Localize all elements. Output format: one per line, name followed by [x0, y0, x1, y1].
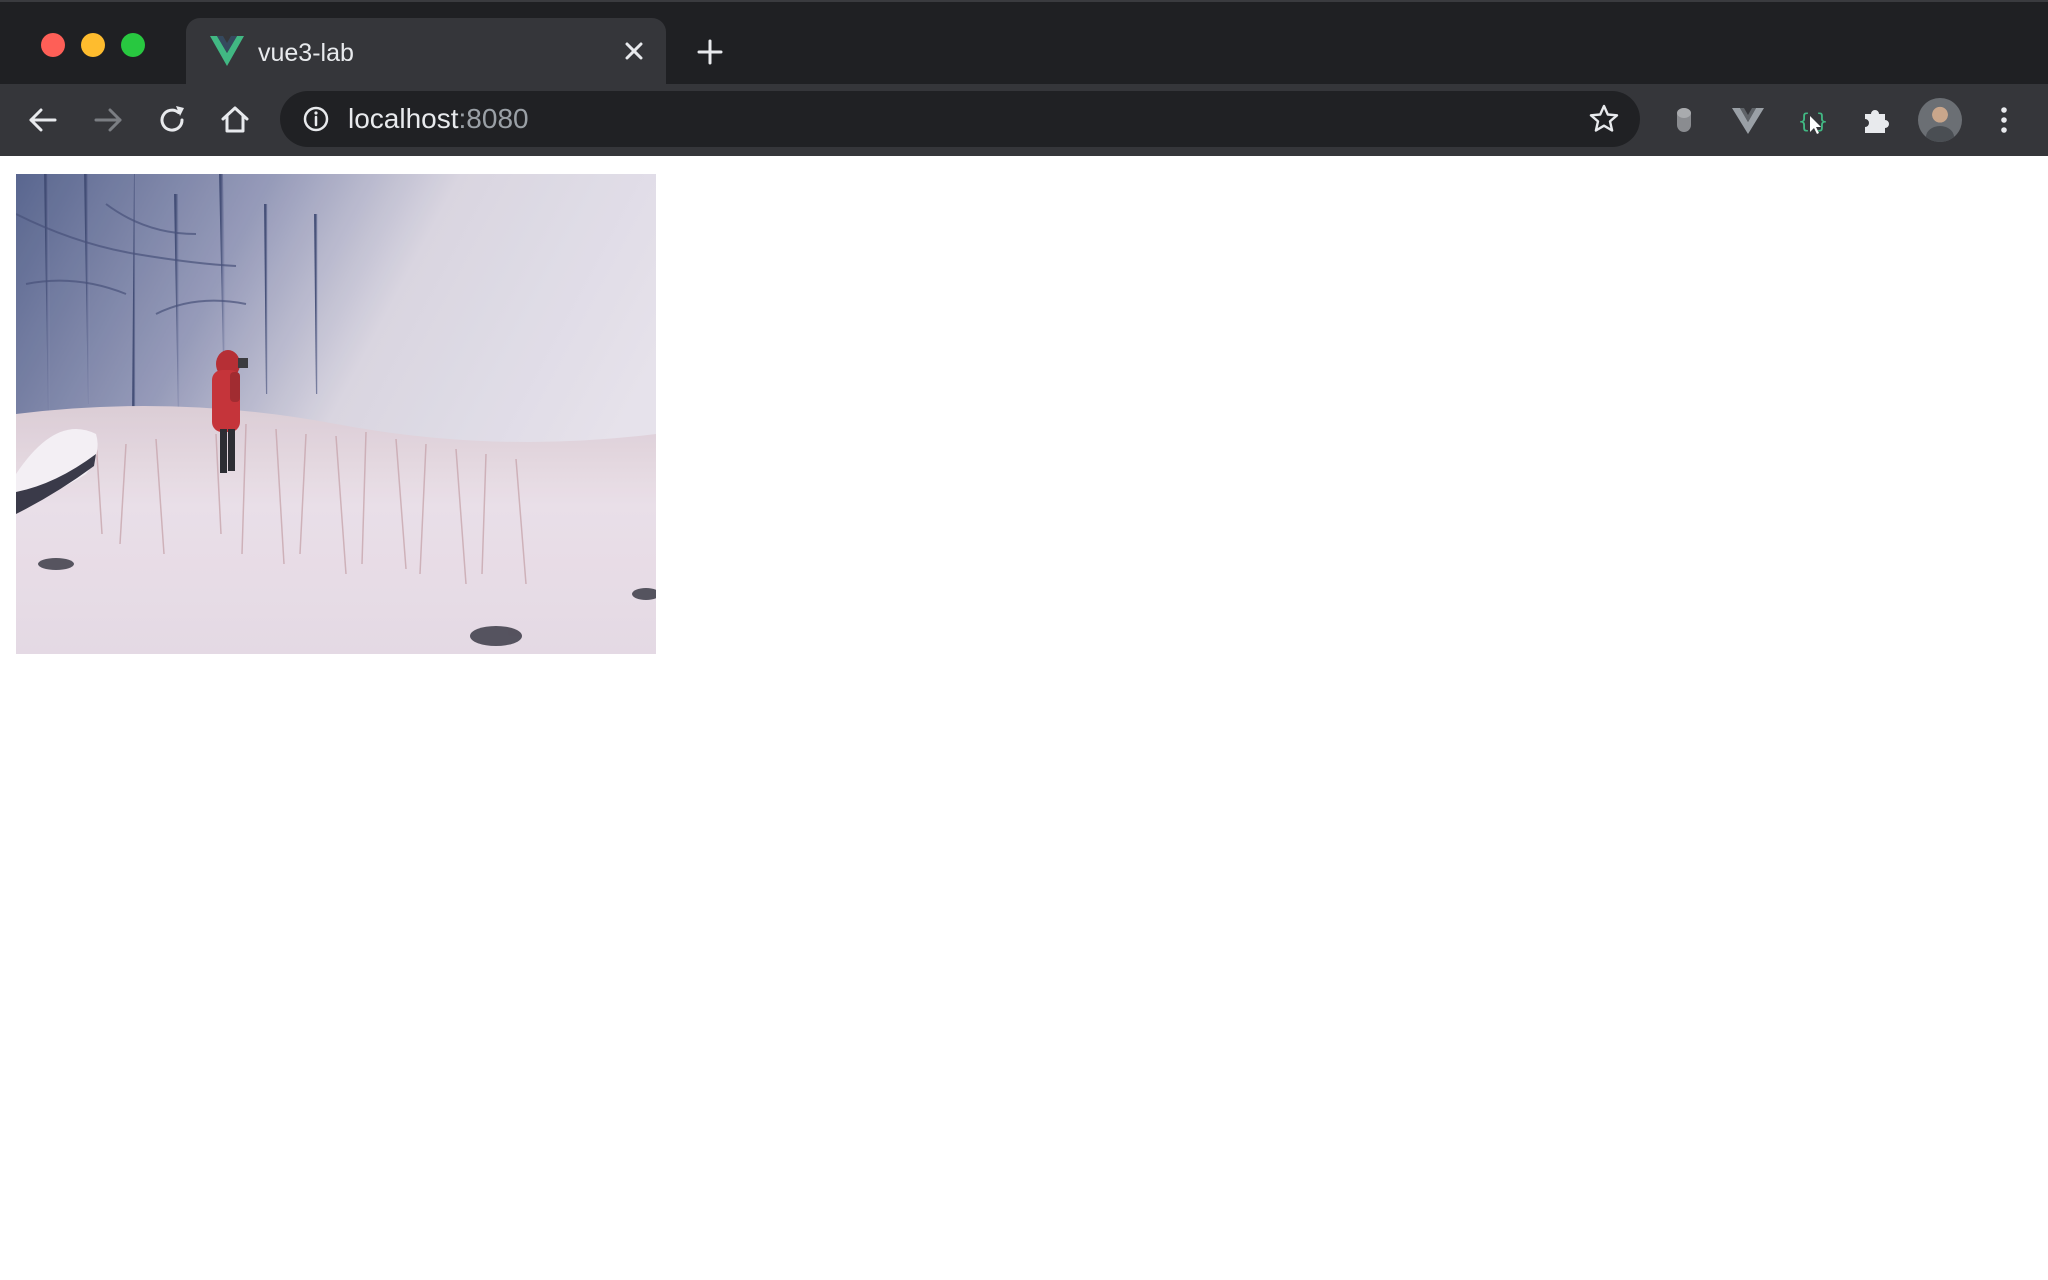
vue-devtools-icon[interactable]	[1730, 102, 1766, 138]
close-window-button[interactable]	[41, 33, 65, 57]
snow-photo-image	[16, 174, 656, 654]
inspector-icon[interactable]: { }	[1794, 102, 1830, 138]
tab-vue3-lab[interactable]: vue3-lab	[186, 18, 666, 86]
minimize-window-button[interactable]	[81, 33, 105, 57]
url-text[interactable]: localhost:8080	[348, 103, 529, 135]
maximize-window-button[interactable]	[121, 33, 145, 57]
tab-strip: vue3-lab	[0, 0, 2048, 86]
extension-icon[interactable]	[1666, 102, 1702, 138]
star-icon[interactable]	[1588, 103, 1620, 135]
address-bar[interactable]: localhost:8080	[280, 91, 1640, 147]
browser-window: vue3-lab localhost:8080 {}	[0, 0, 2048, 1280]
url-port: :8080	[458, 103, 529, 134]
back-icon[interactable]	[25, 102, 61, 138]
info-icon[interactable]	[302, 105, 330, 133]
avatar[interactable]	[1918, 98, 1962, 142]
reload-icon[interactable]	[154, 102, 190, 138]
browser-toolbar: localhost:8080 { }	[0, 84, 2048, 156]
page-content	[0, 156, 2048, 1280]
url-host: localhost	[348, 103, 459, 134]
puzzle-icon[interactable]	[1858, 102, 1894, 138]
menu-icon[interactable]	[1986, 102, 2022, 138]
new-tab-icon[interactable]	[694, 36, 726, 68]
tab-title: vue3-lab	[258, 39, 354, 67]
vue-logo-icon	[210, 36, 244, 66]
home-icon[interactable]	[217, 102, 253, 138]
svg-text:}: }	[1816, 109, 1828, 133]
close-tab-icon[interactable]	[620, 37, 648, 65]
forward-icon[interactable]	[90, 102, 126, 138]
svg-text:{: {	[1798, 109, 1810, 133]
